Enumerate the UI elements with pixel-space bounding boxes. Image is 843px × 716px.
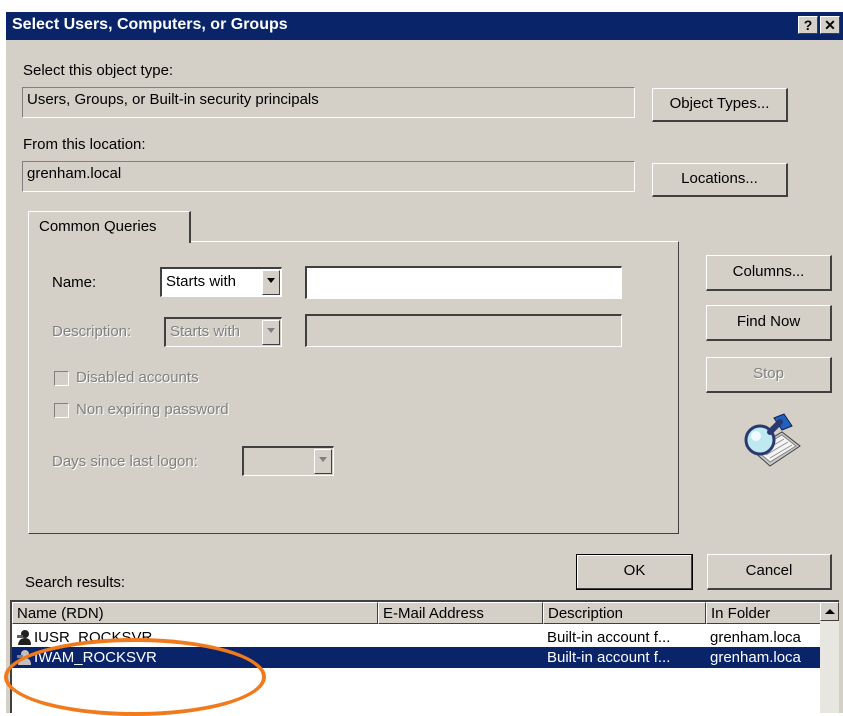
columns-label: Columns... xyxy=(732,263,805,280)
stop-label: Stop xyxy=(753,365,784,382)
search-results-label: Search results: xyxy=(25,574,126,591)
scroll-up-icon[interactable] xyxy=(820,602,839,621)
window-title: Select Users, Computers, or Groups xyxy=(12,16,288,33)
find-now-button[interactable]: Find Now xyxy=(706,305,832,341)
tab-common-queries[interactable]: Common Queries xyxy=(28,211,191,243)
name-mode-select[interactable]: Starts with xyxy=(160,267,282,297)
description-mode-value: Starts with xyxy=(170,323,241,340)
cancel-button[interactable]: Cancel xyxy=(707,554,832,590)
search-animation-icon xyxy=(744,413,801,467)
column-header-email[interactable]: E-Mail Address xyxy=(378,602,543,624)
title-bar: Select Users, Computers, or Groups ? ✕ xyxy=(6,12,843,40)
chevron-down-icon[interactable] xyxy=(262,270,280,295)
highlight-annotation xyxy=(4,638,266,716)
object-types-button[interactable]: Object Types... xyxy=(652,88,788,122)
chevron-down-icon xyxy=(314,449,332,474)
description-input xyxy=(305,314,622,347)
chevron-down-icon xyxy=(262,320,280,345)
vertical-scrollbar[interactable] xyxy=(820,602,839,713)
columns-button[interactable]: Columns... xyxy=(706,255,832,291)
cell-folder: grenham.loca xyxy=(710,629,801,646)
find-now-label: Find Now xyxy=(736,313,801,330)
cell-description: Built-in account f... xyxy=(547,649,671,666)
name-mode-value: Starts with xyxy=(166,273,237,290)
days-since-logon-label: Days since last logon: xyxy=(52,453,198,470)
object-types-label: Object Types... xyxy=(669,95,770,112)
locations-button[interactable]: Locations... xyxy=(652,163,788,197)
object-type-label: Select this object type: xyxy=(23,62,174,79)
location-value: grenham.local xyxy=(27,165,122,182)
stop-button: Stop xyxy=(706,357,832,393)
name-input[interactable] xyxy=(305,266,622,299)
object-type-field: Users, Groups, or Built-in security prin… xyxy=(22,87,635,118)
cancel-label: Cancel xyxy=(745,562,793,579)
ok-button[interactable]: OK xyxy=(576,554,693,590)
cell-folder: grenham.loca xyxy=(710,649,801,666)
help-button[interactable]: ? xyxy=(798,16,818,34)
non-expiring-password-label: Non expiring password xyxy=(76,401,229,418)
description-mode-select: Starts with xyxy=(164,317,282,347)
disabled-accounts-label: Disabled accounts xyxy=(76,369,199,386)
location-label: From this location: xyxy=(23,136,146,153)
column-header-description[interactable]: Description xyxy=(543,602,706,624)
close-button[interactable]: ✕ xyxy=(820,16,840,34)
location-field: grenham.local xyxy=(22,161,635,192)
cell-description: Built-in account f... xyxy=(547,629,671,646)
column-header-name[interactable]: Name (RDN) xyxy=(12,602,378,624)
non-expiring-password-checkbox xyxy=(54,403,69,418)
object-type-value: Users, Groups, or Built-in security prin… xyxy=(27,91,319,108)
tab-common-queries-label: Common Queries xyxy=(39,218,157,235)
name-label: Name: xyxy=(52,274,97,291)
user-icon xyxy=(17,630,31,645)
ok-label: OK xyxy=(623,562,646,579)
column-header-folder[interactable]: In Folder xyxy=(706,602,824,624)
disabled-accounts-checkbox xyxy=(54,371,69,386)
locations-label: Locations... xyxy=(681,170,758,187)
dialog-window: Select Users, Computers, or Groups ? ✕ S… xyxy=(6,12,843,713)
description-label: Description: xyxy=(52,323,132,340)
days-since-logon-select xyxy=(242,446,334,476)
